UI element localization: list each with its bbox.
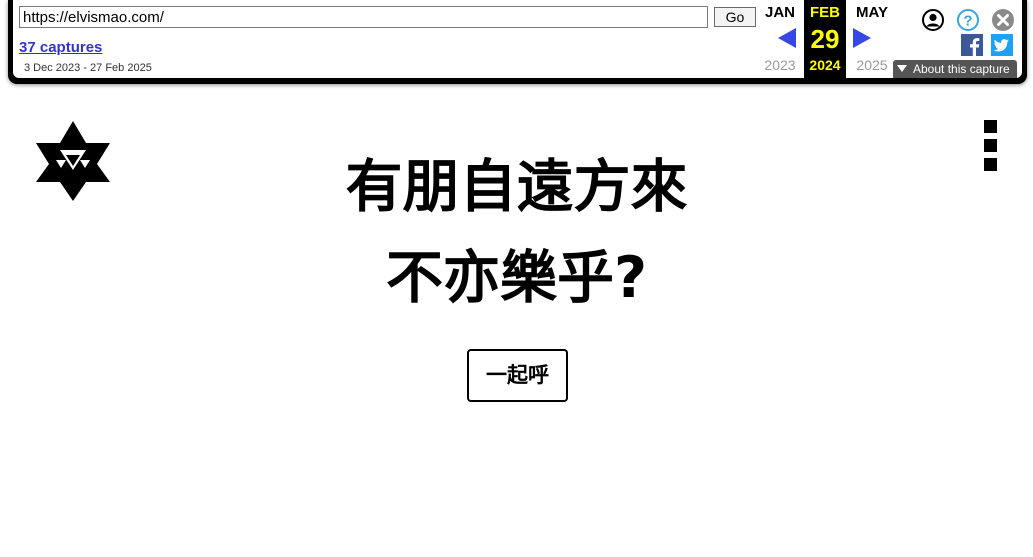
- next-month-label[interactable]: MAY: [850, 4, 894, 21]
- wayback-toolbar-panel: Go 37 captures 3 Dec 2023 - 27 Feb 2025 …: [13, 0, 1022, 78]
- go-button[interactable]: Go: [714, 7, 756, 27]
- menu-bar: [984, 120, 997, 133]
- close-icon[interactable]: [991, 8, 1015, 32]
- next-capture-arrow-icon[interactable]: [853, 28, 871, 48]
- cta-button[interactable]: 一起呼: [467, 349, 568, 402]
- about-capture-label: About this capture: [913, 62, 1010, 76]
- headline-line-1: 有朋自遠方來: [345, 154, 688, 220]
- next-year-label[interactable]: 2025: [850, 57, 894, 73]
- about-capture-button[interactable]: About this capture: [893, 60, 1017, 78]
- prev-capture-arrow-icon[interactable]: [778, 28, 796, 48]
- menu-bar: [984, 139, 997, 152]
- facebook-icon[interactable]: [961, 34, 983, 56]
- user-icon[interactable]: [921, 8, 945, 32]
- help-icon[interactable]: ?: [956, 8, 980, 32]
- captures-link[interactable]: 37 captures: [19, 39, 102, 56]
- prev-year-label[interactable]: 2023: [758, 57, 802, 73]
- svg-text:?: ?: [963, 13, 972, 30]
- current-date-cell: FEB 29 2024: [804, 0, 846, 78]
- prev-month-label[interactable]: JAN: [758, 4, 802, 21]
- wayback-toolbar: Go 37 captures 3 Dec 2023 - 27 Feb 2025 …: [8, 0, 1027, 84]
- current-year-label: 2024: [809, 57, 841, 73]
- caret-down-icon: [897, 65, 907, 72]
- capture-date-range: 3 Dec 2023 - 27 Feb 2025: [24, 62, 152, 74]
- current-month-label: FEB: [810, 4, 840, 21]
- url-input[interactable]: [19, 6, 708, 28]
- twitter-icon[interactable]: [991, 34, 1013, 56]
- headline-line-2: 不亦樂乎?: [385, 245, 648, 311]
- current-day-label: 29: [810, 24, 840, 54]
